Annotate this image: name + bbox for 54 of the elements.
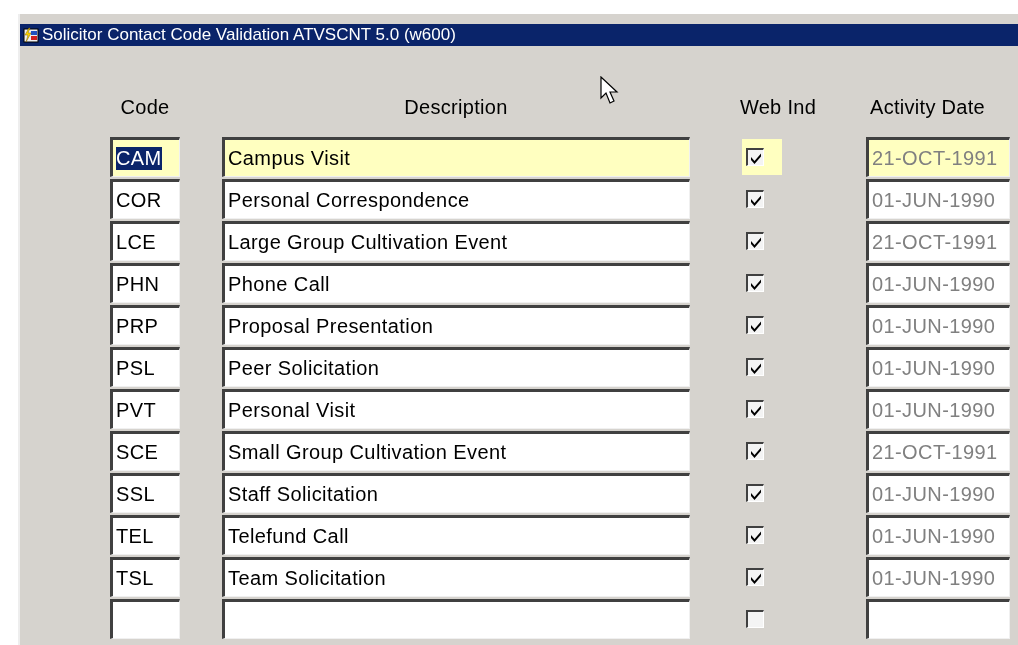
web-ind-checkbox[interactable] bbox=[746, 568, 764, 586]
web-ind-checkbox[interactable] bbox=[746, 442, 764, 460]
description-field[interactable]: Peer Solicitation bbox=[222, 347, 690, 387]
activity-date-field[interactable]: 01-JUN-1990 bbox=[866, 515, 1010, 555]
column-header: Code bbox=[119, 96, 171, 120]
web-ind-checkbox[interactable] bbox=[746, 148, 764, 166]
web-ind-checkbox[interactable] bbox=[746, 190, 764, 208]
code-field[interactable]: PVT bbox=[110, 389, 180, 429]
code-field[interactable]: PRP bbox=[110, 305, 180, 345]
code-field[interactable]: CAM bbox=[110, 137, 180, 177]
code-field[interactable]: LCE bbox=[110, 221, 180, 261]
description-field[interactable]: Campus Visit bbox=[222, 137, 690, 177]
window-title: Solicitor Contact Code Validation ATVSCNT 5.0 (w600) bbox=[42, 25, 456, 45]
activity-date-field[interactable]: 01-JUN-1990 bbox=[866, 389, 1010, 429]
column-header: Description bbox=[403, 96, 509, 120]
activity-date-field[interactable]: 21-OCT-1991 bbox=[866, 221, 1010, 261]
activity-date-field[interactable]: 01-JUN-1990 bbox=[866, 263, 1010, 303]
description-field[interactable]: Personal Correspondence bbox=[222, 179, 690, 219]
code-field[interactable]: TSL bbox=[110, 557, 180, 597]
activity-date-field[interactable] bbox=[866, 599, 1010, 639]
code-field[interactable]: TEL bbox=[110, 515, 180, 555]
description-field[interactable]: Staff Solicitation bbox=[222, 473, 690, 513]
description-field[interactable]: Team Solicitation bbox=[222, 557, 690, 597]
description-field[interactable]: Personal Visit bbox=[222, 389, 690, 429]
web-ind-checkbox[interactable] bbox=[746, 232, 764, 250]
code-field[interactable]: SSL bbox=[110, 473, 180, 513]
code-field[interactable] bbox=[110, 599, 180, 639]
description-field[interactable]: Telefund Call bbox=[222, 515, 690, 555]
web-ind-checkbox[interactable] bbox=[746, 274, 764, 292]
activity-date-field[interactable]: 01-JUN-1990 bbox=[866, 347, 1010, 387]
code-field[interactable]: COR bbox=[110, 179, 180, 219]
description-field[interactable]: Proposal Presentation bbox=[222, 305, 690, 345]
code-field[interactable]: PHN bbox=[110, 263, 180, 303]
activity-date-field[interactable]: 01-JUN-1990 bbox=[866, 305, 1010, 345]
web-ind-checkbox[interactable] bbox=[746, 610, 764, 628]
activity-date-field[interactable]: 01-JUN-1990 bbox=[866, 473, 1010, 513]
description-field[interactable]: Small Group Cultivation Event bbox=[222, 431, 690, 471]
web-ind-checkbox[interactable] bbox=[746, 358, 764, 376]
description-field[interactable]: Large Group Cultivation Event bbox=[222, 221, 690, 261]
code-field[interactable]: SCE bbox=[110, 431, 180, 471]
activity-date-field[interactable]: 21-OCT-1991 bbox=[866, 431, 1010, 471]
activity-date-field[interactable]: 01-JUN-1990 bbox=[866, 557, 1010, 597]
column-header: Web Ind bbox=[738, 96, 818, 120]
web-ind-checkbox[interactable] bbox=[746, 526, 764, 544]
column-header: Activity Date bbox=[869, 96, 987, 120]
application-icon bbox=[22, 26, 40, 44]
activity-date-field[interactable]: 01-JUN-1990 bbox=[866, 179, 1010, 219]
description-field[interactable]: Phone Call bbox=[222, 263, 690, 303]
web-ind-checkbox[interactable] bbox=[746, 484, 764, 502]
code-field[interactable]: PSL bbox=[110, 347, 180, 387]
web-ind-checkbox[interactable] bbox=[746, 316, 764, 334]
web-ind-checkbox[interactable] bbox=[746, 400, 764, 418]
activity-date-field[interactable]: 21-OCT-1991 bbox=[866, 137, 1010, 177]
description-field[interactable] bbox=[222, 599, 690, 639]
